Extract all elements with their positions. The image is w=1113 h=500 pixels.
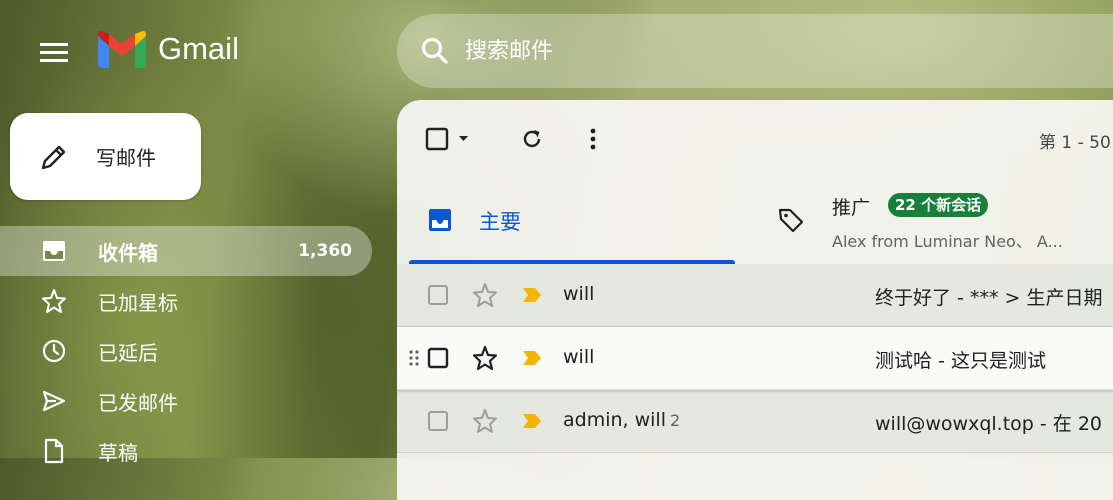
sender-name: admin, will [563,409,666,431]
compose-button[interactable]: 写邮件 [10,113,201,200]
sidebar-item-drafts[interactable]: 草稿 [0,426,380,476]
email-sender: admin, will 2 [563,409,680,431]
tab-promotions[interactable]: 推广 22 个新会话 Alex from Luminar Neo、 A... [777,176,1113,264]
pencil-icon [41,145,66,169]
email-snippet: - 在 20 [1033,413,1102,435]
sidebar-item-sent[interactable]: 已发邮件 [0,376,380,426]
checkbox-icon [425,127,468,151]
email-row[interactable]: will 测试哈 - 这只是测试 [397,327,1113,390]
gmail-m-icon [98,31,146,68]
email-sender: will [563,283,594,305]
search-input[interactable] [463,37,1067,65]
star-icon[interactable] [472,345,498,371]
tab-label: 主要 [479,210,521,234]
email-row[interactable]: admin, will 2 will@wowxql.top - 在 20 [397,390,1113,453]
pagination-text: 第 1 - 50 [1039,133,1111,153]
email-subject-line: 终于好了 - *** > 生产日期 [875,283,1102,310]
important-marker-icon[interactable] [521,349,543,367]
sidebar-item-starred[interactable]: 已加星标 [0,276,380,326]
tag-icon [778,208,804,233]
tab-snippet: Alex from Luminar Neo、 A... [832,232,1063,251]
sidebar-item-label: 已发邮件 [98,390,178,415]
search-bar[interactable] [397,14,1113,88]
top-bar: Gmail [0,0,1113,100]
email-subject: will@wowxql.top [875,413,1034,435]
star-icon [40,287,68,315]
more-vert-icon [590,128,596,150]
email-subject-line: will@wowxql.top - 在 20 [875,409,1102,436]
send-icon [40,387,68,415]
checkbox-icon[interactable] [427,347,449,369]
refresh-icon [523,130,541,148]
gmail-logo[interactable]: Gmail [98,30,239,68]
email-subject: 测试哈 [875,350,933,372]
tab-primary[interactable]: 主要 [409,176,735,264]
email-snippet: - 这只是测试 [932,350,1046,372]
thread-count: 2 [670,411,681,430]
email-row[interactable]: will 终于好了 - *** > 生产日期 [397,264,1113,327]
star-icon[interactable] [472,408,498,434]
sidebar-item-label: 已延后 [98,340,158,365]
more-options-button[interactable] [583,126,603,152]
category-tabs: 主要 推广 22 个新会话 Alex from Luminar Neo、 A..… [397,176,1113,264]
sidebar-item-snoozed[interactable]: 已延后 [0,326,380,376]
mail-toolbar: 第 1 - 50 [397,100,1113,176]
important-marker-icon[interactable] [521,412,543,430]
checkbox-icon[interactable] [427,284,449,306]
email-subject: 终于好了 [875,287,952,309]
refresh-button[interactable] [519,126,545,152]
sidebar-item-label: 收件箱 [98,240,158,265]
select-all-checkbox[interactable] [423,126,473,152]
important-marker-icon[interactable] [521,286,543,304]
mail-list-panel: 第 1 - 50 主要 推广 22 个新会话 Alex from Luminar… [397,100,1113,500]
sidebar-nav: 收件箱 1,360 已加星标 已延后 已发邮件 草稿 [0,226,380,476]
sidebar-item-inbox[interactable]: 收件箱 1,360 [0,226,372,276]
new-conversations-badge: 22 个新会话 [888,193,989,217]
sidebar-item-label: 草稿 [98,440,138,465]
email-snippet: - *** > 生产日期 [951,287,1103,309]
inbox-icon [429,209,451,231]
checkbox-icon[interactable] [427,410,449,432]
main-menu-button[interactable] [30,30,78,74]
email-subject-line: 测试哈 - 这只是测试 [875,346,1046,373]
inbox-icon [40,237,68,265]
inbox-unread-count: 1,360 [298,241,352,261]
draft-icon [40,437,68,465]
sender-name: will [563,346,595,368]
clock-icon [40,337,68,365]
tab-label: 推广 [832,197,871,219]
email-sender: will [563,346,594,368]
sender-name: will [563,283,595,305]
star-icon[interactable] [472,282,498,308]
drag-handle-icon[interactable] [407,349,421,367]
hamburger-menu-icon [40,43,68,62]
gmail-logo-text: Gmail [158,31,239,66]
sidebar-item-label: 已加星标 [98,290,178,315]
compose-label: 写邮件 [96,146,156,170]
search-icon[interactable] [419,35,451,67]
email-list: will 终于好了 - *** > 生产日期 will 测试哈 - 这只是测试 [397,264,1113,453]
